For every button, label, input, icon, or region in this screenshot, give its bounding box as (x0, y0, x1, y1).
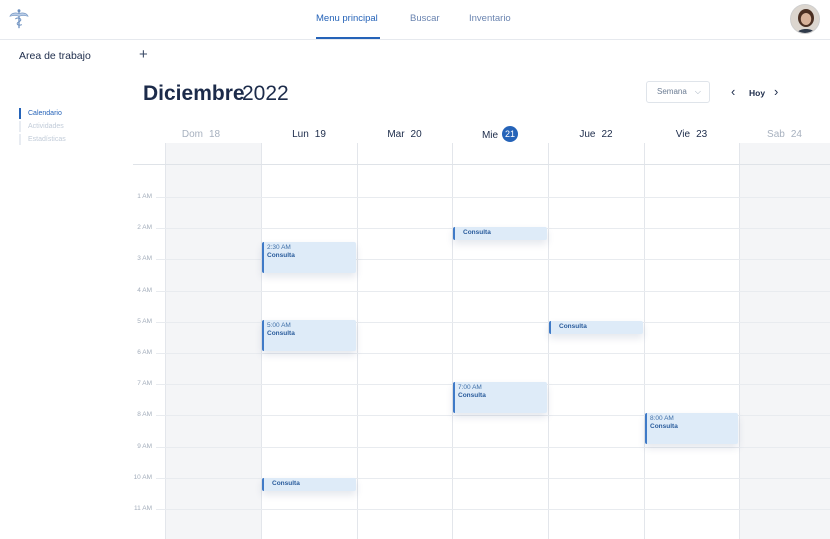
workspace-title: Area de trabajo (19, 50, 91, 62)
event-title: Consulta (267, 330, 295, 337)
column-divider (548, 143, 549, 539)
view-selector[interactable]: Semana ⌵ (646, 81, 710, 103)
event-card[interactable]: Consulta (453, 227, 547, 240)
hour-line (156, 322, 830, 323)
event-time: 7:00 AM (458, 384, 482, 391)
chevron-right-icon[interactable]: › (774, 84, 778, 99)
caduceus-icon[interactable] (8, 8, 30, 30)
day-header-sab[interactable]: Sab 24 (737, 129, 830, 140)
hour-label: 1 AM (137, 193, 152, 200)
day-number: 23 (696, 129, 708, 140)
day-name: Mie (481, 130, 499, 142)
plus-icon[interactable]: + (139, 46, 148, 63)
sidebar-item-calendario[interactable]: Calendario (19, 108, 62, 119)
hour-label: 2 AM (137, 224, 152, 231)
day-header-mie[interactable]: Mie 21 (452, 126, 548, 142)
event-title: Consulta (559, 323, 587, 330)
today-day-number: 21 (502, 126, 519, 142)
sidebar-item-actividades[interactable]: Actividades (19, 121, 64, 132)
day-header-lun[interactable]: Lun 19 (261, 129, 357, 140)
event-time: 8:00 AM (650, 415, 674, 422)
event-title: Consulta (272, 480, 300, 487)
hour-line (156, 291, 830, 292)
header-divider (133, 164, 830, 165)
event-card[interactable]: Consulta (549, 321, 643, 334)
event-card[interactable]: 2:30 AM Consulta (262, 242, 356, 273)
weekend-column-sab (739, 143, 830, 539)
column-divider (644, 143, 645, 539)
nav-menu-principal[interactable]: Menu principal (316, 13, 378, 24)
day-name: Dom (181, 129, 203, 140)
hour-label: 10 AM (133, 474, 152, 481)
day-number: 19 (314, 129, 326, 140)
day-header-dom[interactable]: Dom 18 (153, 129, 249, 140)
chevron-left-icon[interactable]: ‹ (731, 84, 735, 99)
today-button[interactable]: Hoy (749, 88, 765, 98)
hour-label: 9 AM (137, 443, 152, 450)
nav-buscar[interactable]: Buscar (410, 13, 440, 24)
event-title: Consulta (458, 392, 486, 399)
event-card[interactable]: 5:00 AM Consulta (262, 320, 356, 351)
day-number: 24 (790, 129, 802, 140)
event-card[interactable]: 7:00 AM Consulta (453, 382, 547, 413)
weekend-column-dom (165, 143, 261, 539)
day-header-mar[interactable]: Mar 20 (357, 129, 453, 140)
event-title: Consulta (650, 423, 678, 430)
hour-label: 4 AM (137, 287, 152, 294)
sidebar-item-estadisticas[interactable]: Estadísticas (19, 134, 66, 145)
hour-line (156, 259, 830, 260)
day-number: 22 (601, 129, 613, 140)
event-time: 2:30 AM (267, 244, 291, 251)
day-name: Lun (292, 129, 309, 140)
day-name: Mar (387, 129, 405, 140)
hour-line (156, 353, 830, 354)
event-time: 5:00 AM (267, 322, 291, 329)
hour-label: 8 AM (137, 411, 152, 418)
year-title: 2022 (242, 82, 289, 105)
day-number: 20 (410, 129, 422, 140)
nav-inventario[interactable]: Inventario (469, 13, 511, 24)
hour-line (156, 447, 830, 448)
column-divider (739, 143, 740, 539)
hour-line (156, 197, 830, 198)
person-icon (791, 5, 819, 33)
event-card[interactable]: 8:00 AM Consulta (645, 413, 738, 444)
hour-label: 7 AM (137, 380, 152, 387)
hour-label: 5 AM (137, 318, 152, 325)
day-number: 18 (209, 129, 221, 140)
hour-line (156, 509, 830, 510)
day-name: Sab (767, 129, 785, 140)
column-divider (357, 143, 358, 539)
hour-label: 3 AM (137, 255, 152, 262)
event-title: Consulta (463, 229, 491, 236)
user-avatar[interactable] (790, 4, 820, 34)
day-name: Jue (579, 129, 596, 140)
hour-label: 11 AM (134, 505, 152, 512)
day-header-jue[interactable]: Jue 22 (548, 129, 644, 140)
column-divider (452, 143, 453, 539)
event-title: Consulta (267, 252, 295, 259)
hour-label: 6 AM (137, 349, 152, 356)
top-navigation-bar: Menu principal Buscar Inventario (0, 0, 830, 40)
chevron-down-icon: ⌵ (694, 87, 701, 96)
day-name: Vie (675, 129, 691, 140)
column-divider (165, 143, 166, 539)
active-tab-indicator (316, 37, 380, 39)
month-title: Diciembre (143, 82, 245, 105)
hour-line (156, 478, 830, 479)
event-card[interactable]: Consulta (262, 478, 356, 491)
day-header-vie[interactable]: Vie 23 (644, 129, 740, 140)
view-selector-value: Semana (657, 87, 687, 96)
